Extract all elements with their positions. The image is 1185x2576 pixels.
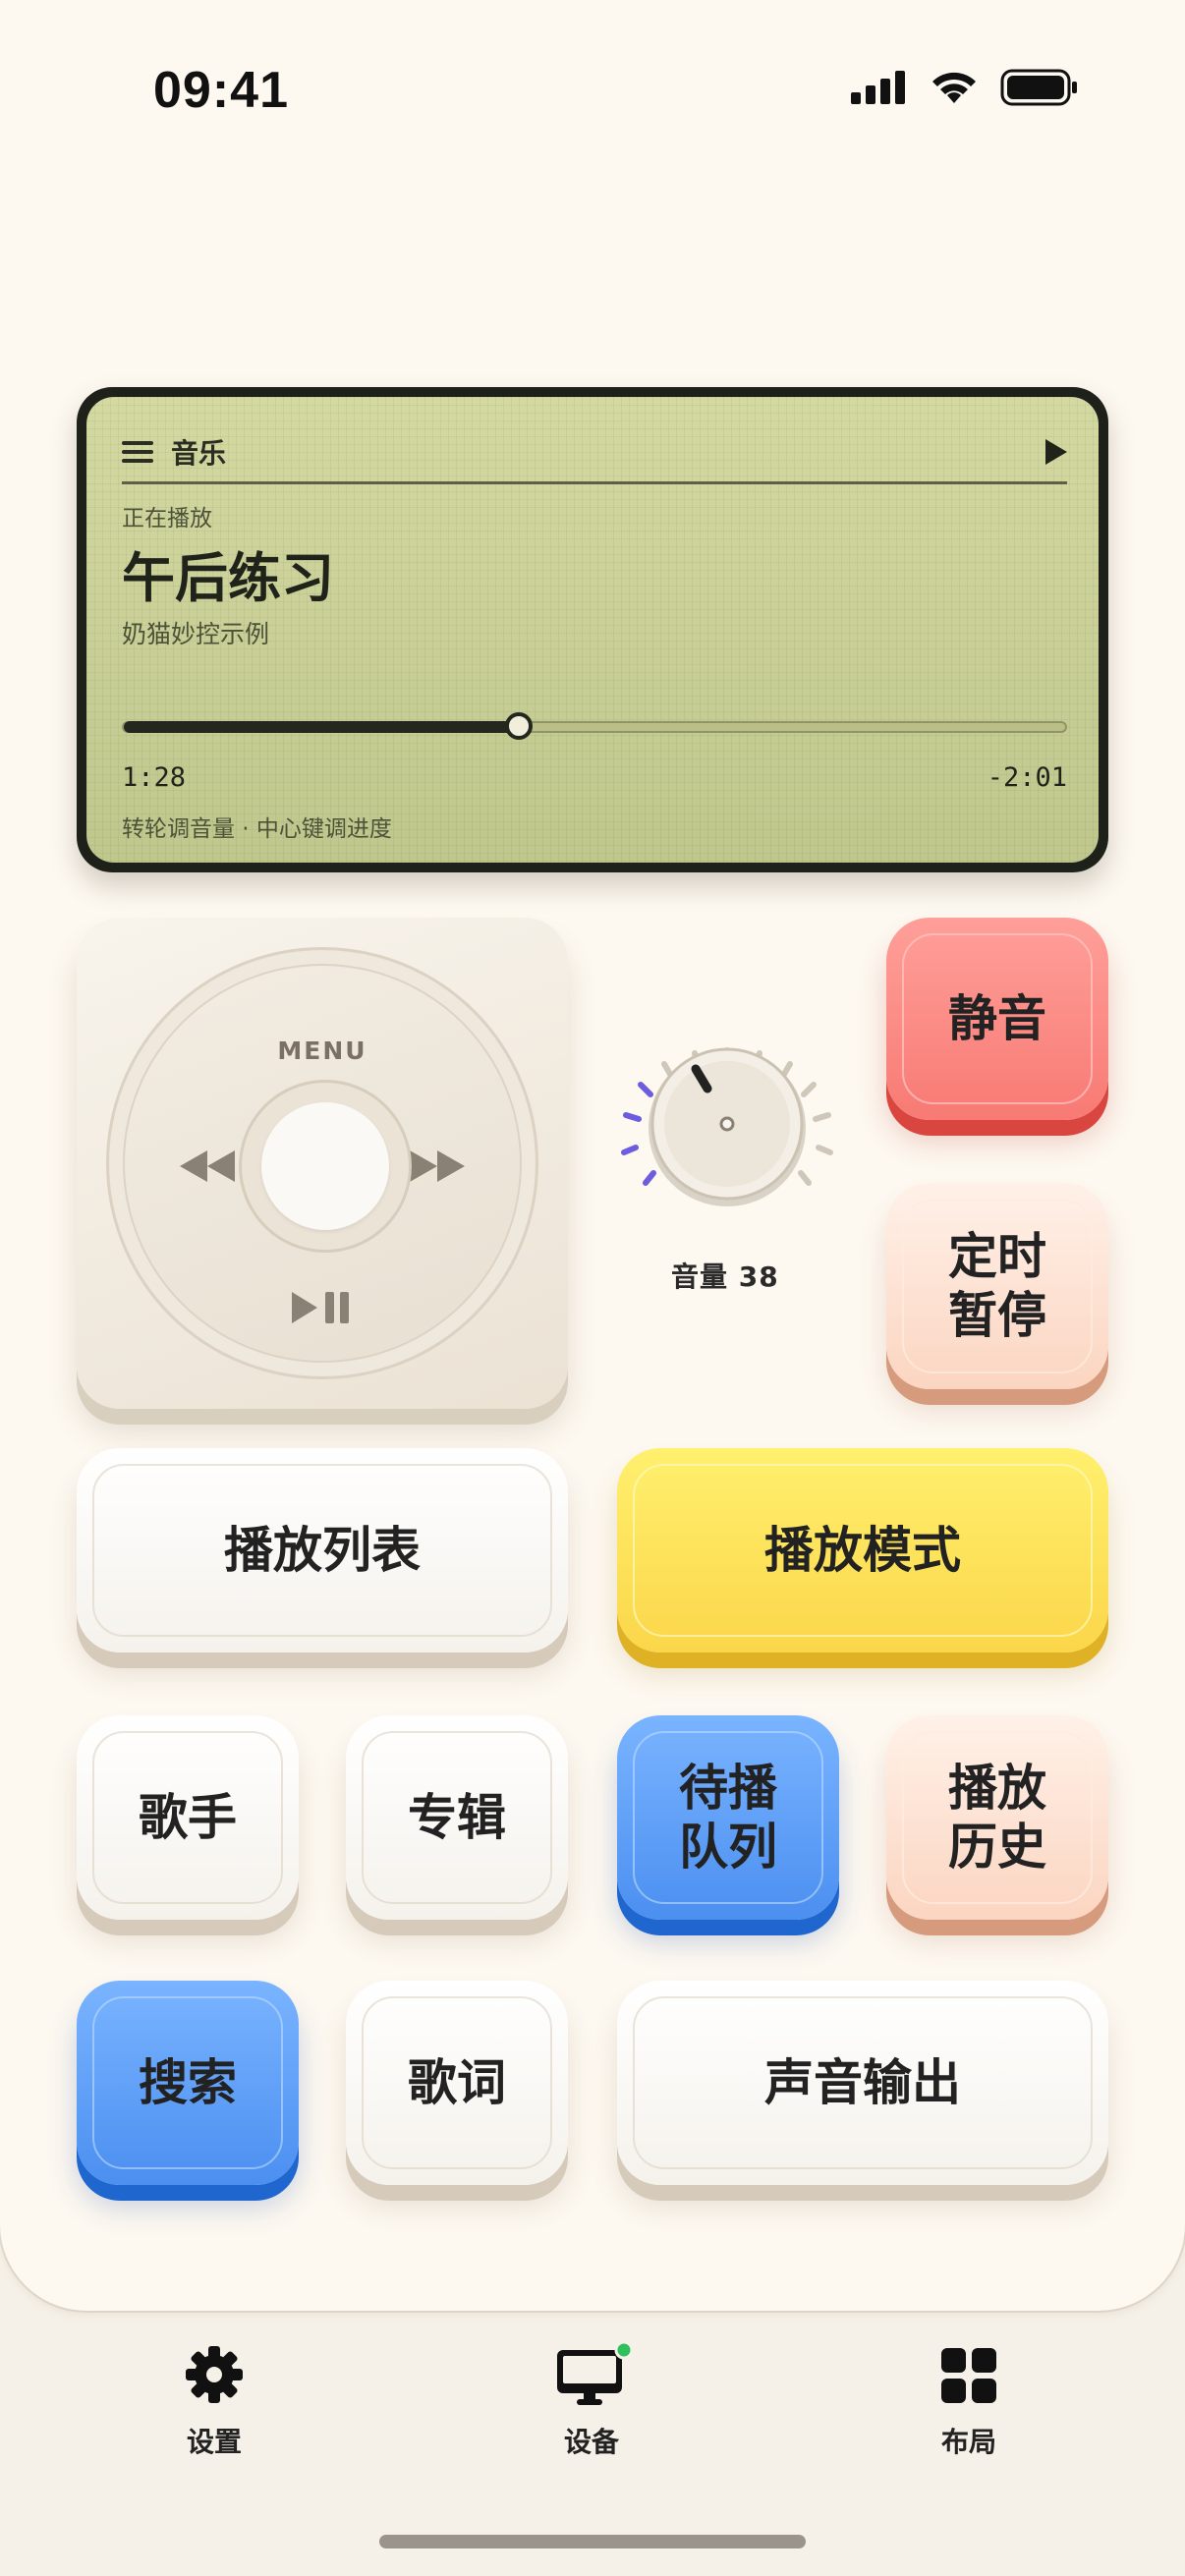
playlist-button-label: 播放列表 bbox=[224, 1522, 421, 1579]
tab-devices[interactable]: 设备 bbox=[503, 2340, 680, 2460]
mute-button-label: 静音 bbox=[948, 990, 1046, 1047]
menu-lines-icon[interactable] bbox=[122, 436, 153, 468]
tab-devices-label: 设备 bbox=[563, 2426, 619, 2458]
wheel-center-button[interactable] bbox=[239, 1080, 412, 1253]
tab-layout-label: 布局 bbox=[940, 2426, 996, 2458]
status-time: 09:41 bbox=[153, 62, 289, 119]
now-playing-screen: 音乐 正在播放 午后练习 奶猫妙控示例 1:28 -2:01 转轮调音量 · 中… bbox=[77, 387, 1108, 872]
wheel-menu-button[interactable]: MENU bbox=[109, 1036, 536, 1065]
artists-button[interactable]: 歌手 bbox=[77, 1715, 299, 1920]
play-status-icon bbox=[1045, 439, 1067, 465]
lyrics-button-label: 歌词 bbox=[408, 2054, 506, 2111]
audio-output-button-label: 声音输出 bbox=[764, 2054, 961, 2111]
now-playing-label: 正在播放 bbox=[122, 506, 212, 532]
lyrics-button[interactable]: 歌词 bbox=[346, 1981, 568, 2185]
search-button[interactable]: 搜索 bbox=[77, 1981, 299, 2185]
control-hint: 转轮调音量 · 中心键调进度 bbox=[122, 816, 392, 842]
gear-icon bbox=[186, 2346, 243, 2403]
home-indicator[interactable] bbox=[379, 2535, 806, 2548]
search-button-label: 搜索 bbox=[139, 2054, 237, 2111]
tab-settings-label: 设置 bbox=[186, 2426, 242, 2458]
albums-button-label: 专辑 bbox=[408, 1789, 506, 1846]
next-track-icon[interactable] bbox=[408, 1150, 465, 1182]
tab-settings[interactable]: 设置 bbox=[126, 2342, 303, 2460]
tab-layout[interactable]: 布局 bbox=[880, 2342, 1057, 2460]
progress-fill bbox=[124, 721, 520, 733]
audio-output-button[interactable]: 声音输出 bbox=[617, 1981, 1108, 2185]
queue-button[interactable]: 待播 队列 bbox=[617, 1715, 839, 1920]
artist-name: 奶猫妙控示例 bbox=[122, 620, 270, 648]
lcd-header-title: 音乐 bbox=[171, 437, 227, 470]
progress-scrubber[interactable] bbox=[505, 712, 534, 740]
play-pause-icon[interactable] bbox=[292, 1292, 353, 1323]
song-title: 午后练习 bbox=[122, 547, 334, 609]
previous-track-icon[interactable] bbox=[180, 1150, 237, 1182]
cellular-signal-icon bbox=[851, 71, 905, 104]
history-button[interactable]: 播放 历史 bbox=[886, 1715, 1108, 1920]
monitor-icon bbox=[557, 2340, 634, 2405]
play-mode-button[interactable]: 播放模式 bbox=[617, 1448, 1108, 1652]
progress-bar[interactable] bbox=[122, 712, 1067, 740]
lcd-display: 音乐 正在播放 午后练习 奶猫妙控示例 1:28 -2:01 转轮调音量 · 中… bbox=[86, 397, 1099, 863]
sleep-timer-button[interactable]: 定时 暂停 bbox=[886, 1183, 1108, 1389]
wifi-icon bbox=[932, 72, 976, 103]
artists-button-label: 歌手 bbox=[139, 1789, 237, 1846]
lcd-divider bbox=[122, 481, 1067, 484]
mute-button[interactable]: 静音 bbox=[886, 918, 1108, 1120]
battery-icon bbox=[1000, 69, 1077, 106]
grid-icon bbox=[941, 2348, 996, 2403]
playlist-button[interactable]: 播放列表 bbox=[77, 1448, 568, 1652]
volume-knob[interactable] bbox=[609, 1018, 845, 1234]
sleep-timer-label: 定时 暂停 bbox=[948, 1228, 1046, 1344]
status-icons bbox=[851, 69, 1079, 106]
queue-button-label: 待播 队列 bbox=[679, 1760, 777, 1876]
device-connected-dot bbox=[614, 2340, 634, 2360]
lcd-header: 音乐 bbox=[122, 430, 1067, 474]
play-mode-button-label: 播放模式 bbox=[764, 1522, 961, 1579]
elapsed-time: 1:28 bbox=[122, 762, 187, 793]
history-button-label: 播放 历史 bbox=[948, 1760, 1046, 1876]
volume-label: 音量 38 bbox=[671, 1260, 779, 1293]
albums-button[interactable]: 专辑 bbox=[346, 1715, 568, 1920]
click-wheel[interactable]: MENU bbox=[106, 947, 538, 1379]
remaining-time: -2:01 bbox=[987, 762, 1067, 793]
click-wheel-card: MENU bbox=[77, 918, 568, 1409]
